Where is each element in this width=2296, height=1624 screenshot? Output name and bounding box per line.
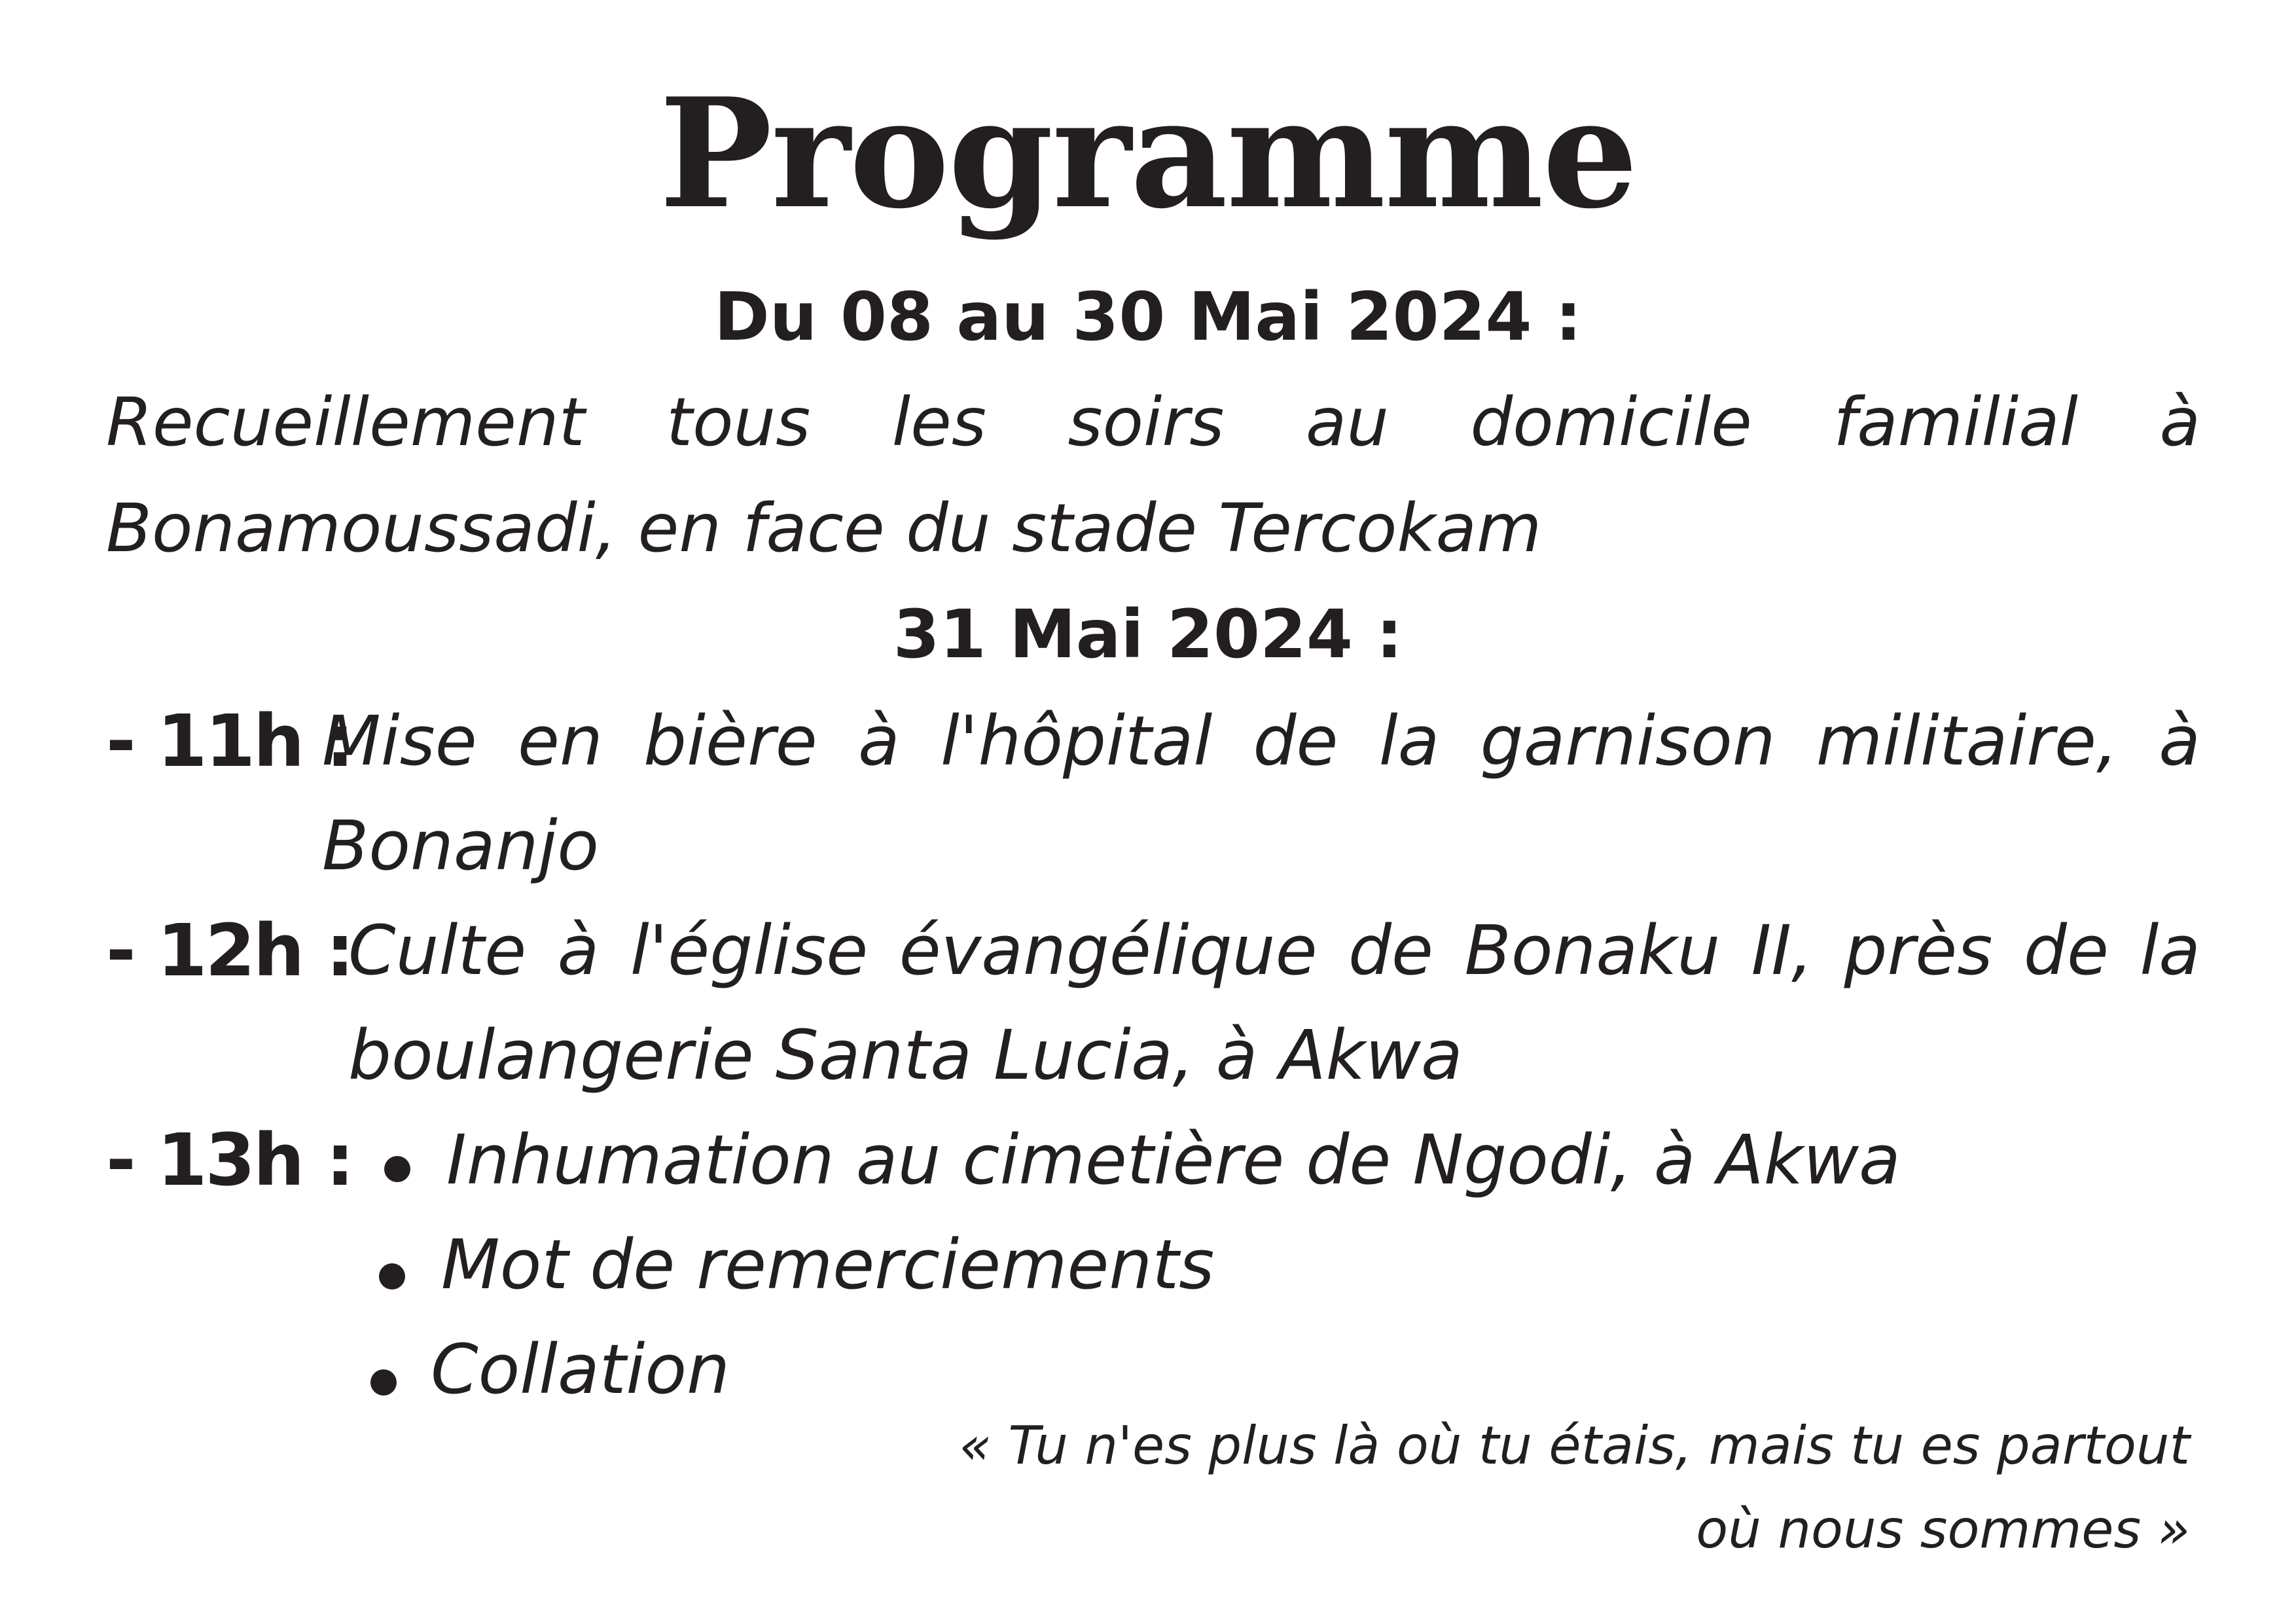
bullet-icon bbox=[384, 1156, 410, 1182]
recueillement-text: Recueillement tous les soirs au domicile… bbox=[106, 384, 2200, 568]
list-item-text: Mot de remerciements bbox=[441, 1225, 1215, 1305]
programme-page: Programme Du 08 au 30 Mai 2024 : Recueil… bbox=[0, 0, 2296, 1624]
day-heading: 31 Mai 2024 : bbox=[893, 596, 1403, 674]
schedule-time: - 13h : bbox=[106, 1118, 355, 1202]
closing-quote: « Tu n'es plus là où tu étais, mais tu e… bbox=[959, 1415, 2190, 1560]
list-item-text: Inhumation au cimetière de Ngodi, à Akwa bbox=[446, 1120, 1901, 1200]
page-title: Programme bbox=[659, 65, 1638, 242]
list-item-text: Collation bbox=[431, 1329, 730, 1409]
schedule-description: Mise en bière à l'hôpital de la garnison… bbox=[322, 701, 2200, 886]
schedule-time: - 12h : bbox=[106, 909, 355, 992]
schedule-description: Culte à l'église évangélique de Bonaku I… bbox=[348, 911, 2200, 1095]
list-item: Inhumation au cimetière de Ngodi, à Akwa bbox=[384, 1108, 1901, 1212]
period-heading: Du 08 au 30 Mai 2024 : bbox=[714, 278, 1582, 356]
list-item: Mot de remerciements bbox=[379, 1212, 1215, 1317]
bullet-icon bbox=[370, 1369, 397, 1396]
bullet-icon bbox=[379, 1263, 405, 1290]
schedule-time: - 11h : bbox=[106, 699, 355, 783]
list-item: Collation bbox=[370, 1317, 730, 1422]
